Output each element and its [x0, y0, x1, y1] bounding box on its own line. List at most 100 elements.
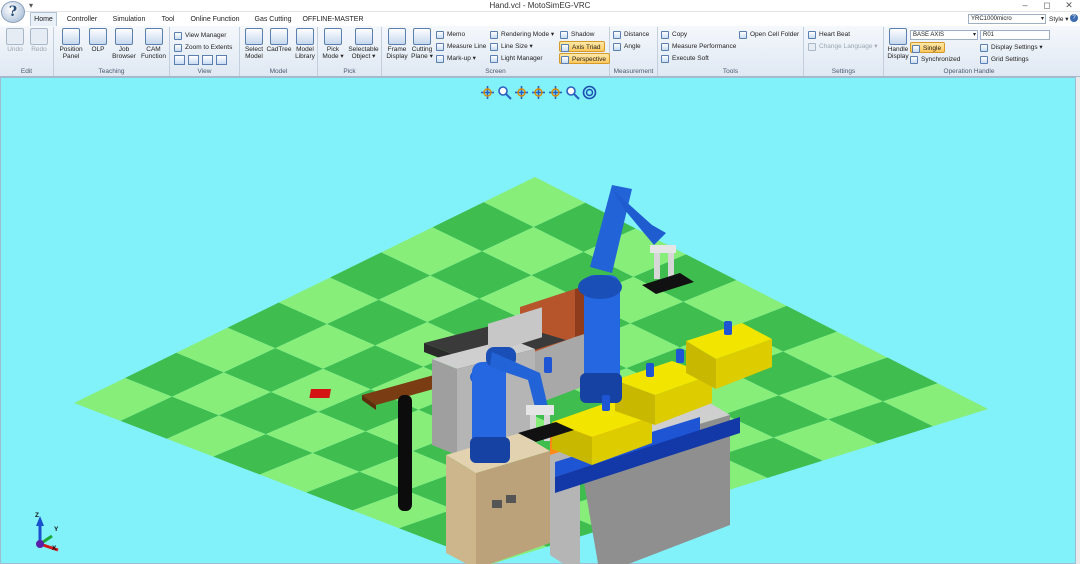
memo-label: Memo	[447, 31, 466, 38]
tab-controller[interactable]: Controller	[62, 13, 102, 26]
light-manager-button[interactable]: Light Manager	[490, 53, 543, 64]
chevron-down-icon: ▾	[972, 32, 976, 38]
tab-simulation[interactable]: Simulation	[108, 13, 150, 26]
tab-tool[interactable]: Tool	[156, 13, 180, 26]
maximize-button[interactable]: ◻	[1036, 0, 1058, 12]
undo-icon	[6, 28, 24, 45]
help-icon[interactable]: ?	[1070, 14, 1078, 22]
position-panel-button[interactable]: Position Panel	[57, 28, 85, 60]
axis-triad-icon	[561, 44, 569, 52]
frame-display-button[interactable]: Frame Display	[385, 28, 409, 60]
cam-function-button[interactable]: CAM Function	[139, 28, 168, 60]
zoom-window-icon[interactable]	[497, 85, 512, 100]
model-library-label-1: Model	[296, 46, 314, 53]
grid-settings-button[interactable]: Grid Settings	[980, 54, 1029, 65]
rendering-mode-button[interactable]: Rendering Mode ▾	[490, 29, 554, 40]
execute-soft-button[interactable]: Execute Soft	[661, 53, 709, 64]
perspective-toggle[interactable]: Perspective	[559, 53, 610, 64]
view-front-icon[interactable]	[174, 55, 185, 65]
execute-soft-label: Execute Soft	[672, 55, 709, 62]
synchronized-mode-button[interactable]: Synchronized	[910, 54, 960, 65]
axis-select[interactable]: BASE AXIS ▾	[910, 30, 978, 40]
change-language-label: Change Language ▾	[819, 43, 878, 50]
group-screen: Frame Display Cutting Plane ▾ Memo Measu…	[382, 27, 610, 76]
angle-button[interactable]: Angle	[613, 41, 641, 52]
memo-icon	[436, 31, 444, 39]
pan-tool-icon[interactable]	[514, 85, 529, 100]
group-measurement: Distance Angle Measurement	[610, 27, 658, 76]
window-title: Hand.vcl - MotoSimEG-VRC	[489, 1, 591, 10]
view-iso-icon[interactable]	[216, 55, 227, 65]
line-size-button[interactable]: Line Size ▾	[490, 41, 533, 52]
handle-display-icon	[889, 28, 907, 45]
olp-button[interactable]: OLP	[87, 28, 109, 53]
select-model-button[interactable]: Select Model	[243, 28, 265, 60]
fit-view-icon[interactable]	[582, 85, 597, 100]
view-manager-button[interactable]: View Manager	[174, 30, 226, 41]
job-browser-button[interactable]: Job Browser	[111, 28, 137, 60]
heart-beat-label: Heart Beat	[819, 31, 851, 38]
cutting-plane-label-1: Cutting	[411, 46, 433, 53]
redo-button[interactable]: Redo	[28, 28, 50, 53]
move-axis-icon[interactable]	[531, 85, 546, 100]
change-language-button[interactable]: Change Language ▾	[808, 41, 878, 52]
heart-beat-button[interactable]: Heart Beat	[808, 29, 850, 40]
tab-offline-master[interactable]: OFFLINE-MASTER	[302, 13, 364, 26]
shadow-button[interactable]: Shadow	[560, 29, 595, 40]
group-model: Select Model CadTree Model Library Model	[240, 27, 318, 76]
robot-cell-scene[interactable]	[0, 77, 1076, 564]
zoom-to-extents-button[interactable]: Zoom to Extents	[174, 42, 232, 53]
axis-triad-toggle[interactable]: Axis Triad	[559, 41, 605, 52]
rotate-axis-icon[interactable]	[548, 85, 563, 100]
shadow-label: Shadow	[571, 31, 595, 38]
minimize-button[interactable]: –	[1014, 0, 1036, 12]
tab-online-function[interactable]: Online Function	[186, 13, 244, 26]
redo-icon	[30, 28, 48, 45]
copy-icon	[661, 31, 669, 39]
cadtree-label: CadTree	[266, 46, 292, 53]
view-toolbar	[480, 85, 597, 101]
measure-performance-button[interactable]: Measure Performance	[661, 41, 736, 52]
copy-label: Copy	[672, 31, 688, 38]
axis-triad: Z Y X	[28, 512, 68, 556]
memo-button[interactable]: Memo	[436, 29, 465, 40]
undo-button[interactable]: Undo	[4, 28, 26, 53]
vertical-scrollbar[interactable]	[1076, 77, 1080, 564]
rotate-tool-icon[interactable]	[480, 85, 495, 100]
display-settings-button[interactable]: Display Settings ▾	[980, 42, 1043, 53]
synchronized-icon	[910, 56, 918, 64]
measure-line-button[interactable]: Measure Line	[436, 41, 486, 52]
model-library-button[interactable]: Model Library	[293, 28, 317, 60]
open-cell-folder-button[interactable]: Open Cell Folder	[739, 29, 799, 40]
single-mode-label: Single	[923, 45, 942, 52]
robot-select-value: R01	[983, 32, 995, 38]
tab-home[interactable]: Home	[30, 12, 57, 26]
view-top-icon[interactable]	[188, 55, 199, 65]
position-panel-label-1: Position	[59, 46, 83, 53]
close-button[interactable]: ✕	[1058, 0, 1080, 12]
select-model-icon	[245, 28, 263, 45]
selectable-object-button[interactable]: Selectable Object ▾	[347, 28, 380, 60]
tab-gas-cutting[interactable]: Gas Cutting	[250, 13, 296, 26]
selectable-object-label-1: Selectable	[348, 46, 379, 53]
group-tools: Copy Measure Performance Execute Soft Op…	[658, 27, 804, 76]
handle-display-button[interactable]: Handle Display	[886, 28, 910, 60]
model-library-label-2: Library	[295, 53, 315, 60]
copy-button[interactable]: Copy	[661, 29, 687, 40]
olp-icon	[89, 28, 107, 45]
distance-button[interactable]: Distance	[613, 29, 649, 40]
style-menu[interactable]: Style ▾	[1049, 15, 1069, 23]
single-mode-toggle[interactable]: Single	[910, 42, 946, 53]
robot-select[interactable]: R01	[980, 30, 1050, 40]
zoom-tool-icon[interactable]	[565, 85, 580, 100]
view-side-icon[interactable]	[202, 55, 213, 65]
cutting-plane-button[interactable]: Cutting Plane ▾	[410, 28, 434, 60]
view-direction-buttons	[174, 55, 227, 65]
pick-mode-button[interactable]: Pick Mode ▾	[321, 28, 345, 60]
group-label-teaching: Teaching	[98, 68, 125, 75]
grid-settings-label: Grid Settings	[991, 56, 1029, 63]
markup-button[interactable]: Mark-up ▾	[436, 53, 476, 64]
controller-select[interactable]: YRC1000micro ▾	[968, 14, 1046, 24]
application-menu-button[interactable]: ?	[1, 1, 25, 23]
cadtree-button[interactable]: CadTree	[266, 28, 292, 53]
